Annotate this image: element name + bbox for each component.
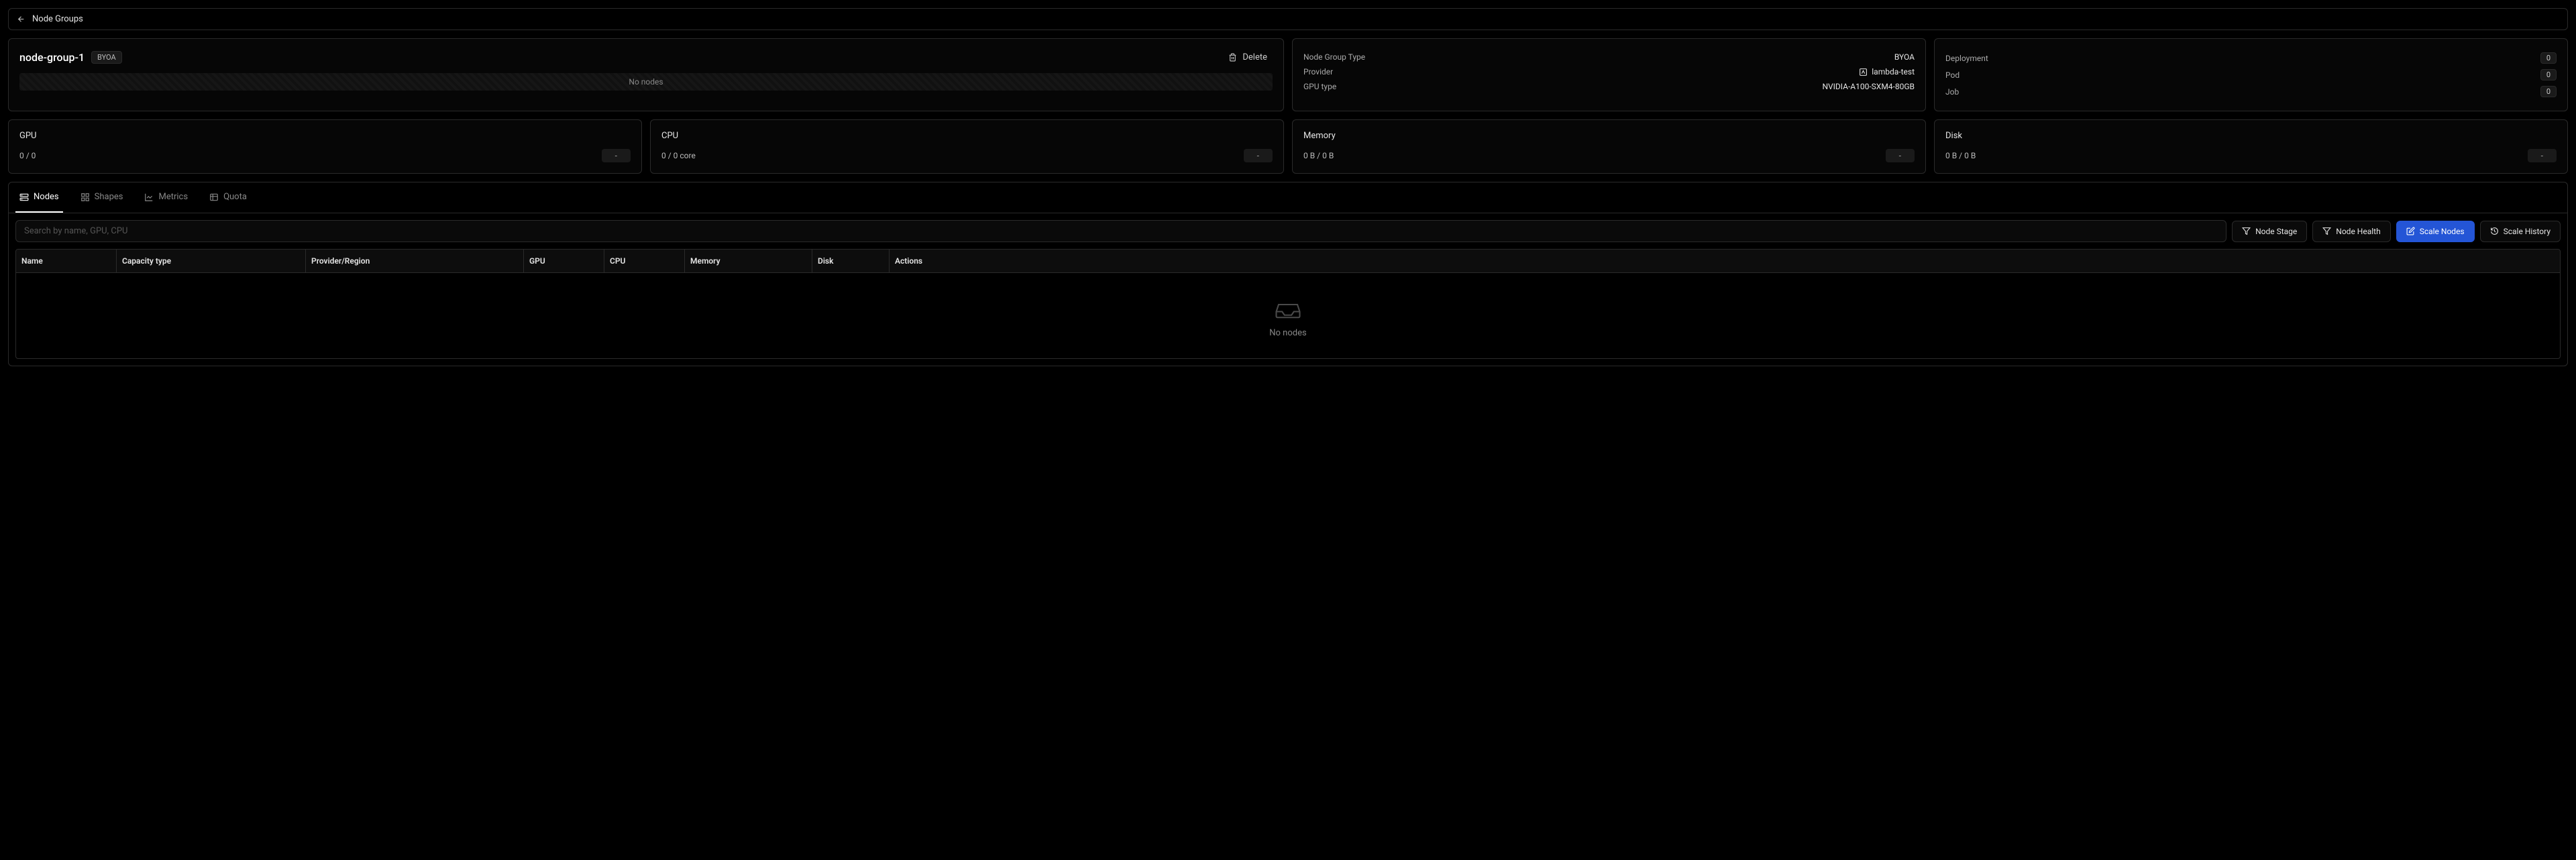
filter-icon — [2322, 227, 2331, 235]
node-health-button[interactable]: Node Health — [2312, 221, 2390, 242]
delete-button[interactable]: Delete — [1223, 50, 1273, 65]
main-panel: Nodes Shapes Metrics Quota Node Stage No… — [8, 182, 2568, 366]
th-capacity-type[interactable]: Capacity type — [117, 250, 306, 272]
edit-icon — [2406, 227, 2415, 235]
tab-metrics[interactable]: Metrics — [140, 182, 192, 213]
tabs: Nodes Shapes Metrics Quota — [9, 182, 2567, 213]
info-gpu-type: GPU type NVIDIA-A100-SXM4-80GB — [1303, 79, 1915, 94]
shapes-icon — [80, 193, 90, 202]
stat-gpu: GPU 0 / 0 - — [8, 119, 642, 174]
th-actions: Actions — [890, 250, 2560, 272]
no-nodes-strip: No nodes — [19, 73, 1273, 91]
info-card: Node Group Type BYOA Provider lambda-tes… — [1292, 38, 1926, 111]
th-cpu[interactable]: CPU — [604, 250, 685, 272]
scale-history-button[interactable]: Scale History — [2480, 221, 2561, 242]
stats-row: GPU 0 / 0 - CPU 0 / 0 core - Memory 0 B … — [8, 119, 2568, 174]
tab-quota[interactable]: Quota — [205, 182, 251, 213]
toolbar: Node Stage Node Health Scale Nodes Scale… — [9, 213, 2567, 249]
stat-disk: Disk 0 B / 0 B - — [1934, 119, 2568, 174]
header-row: node-group-1 BYOA Delete No nodes Node G… — [8, 38, 2568, 111]
byoa-badge: BYOA — [91, 51, 122, 64]
scale-nodes-button[interactable]: Scale Nodes — [2396, 221, 2475, 242]
metrics-icon — [144, 193, 154, 202]
breadcrumb-label[interactable]: Node Groups — [32, 14, 83, 24]
th-disk[interactable]: Disk — [812, 250, 890, 272]
delete-label: Delete — [1242, 52, 1267, 62]
search-input[interactable] — [15, 220, 2226, 242]
nodes-table: Name Capacity type Provider/Region GPU C… — [15, 249, 2561, 359]
empty-label: No nodes — [16, 328, 2560, 338]
node-group-title: node-group-1 — [19, 51, 85, 64]
th-name[interactable]: Name — [16, 250, 117, 272]
tab-nodes[interactable]: Nodes — [15, 182, 63, 213]
table-empty-state: No nodes — [16, 273, 2560, 358]
node-stage-button[interactable]: Node Stage — [2232, 221, 2307, 242]
provider-icon — [1859, 68, 1868, 76]
breadcrumb-bar: Node Groups — [8, 8, 2568, 30]
stat-cpu: CPU 0 / 0 core - — [650, 119, 1284, 174]
quota-icon — [209, 193, 219, 202]
stat-memory: Memory 0 B / 0 B - — [1292, 119, 1926, 174]
filter-icon — [2242, 227, 2251, 235]
count-pod: Pod 0 — [1945, 66, 2557, 83]
th-gpu[interactable]: GPU — [524, 250, 604, 272]
nodes-icon — [19, 193, 29, 202]
title-card: node-group-1 BYOA Delete No nodes — [8, 38, 1284, 111]
info-provider: Provider lambda-test — [1303, 64, 1915, 79]
inbox-icon — [1273, 300, 1303, 319]
th-provider-region[interactable]: Provider/Region — [306, 250, 524, 272]
count-job: Job 0 — [1945, 83, 2557, 100]
counts-card: Deployment 0 Pod 0 Job 0 — [1934, 38, 2568, 111]
history-icon — [2490, 227, 2499, 235]
trash-icon — [1228, 53, 1237, 62]
back-arrow-icon[interactable] — [17, 15, 25, 23]
th-memory[interactable]: Memory — [685, 250, 812, 272]
info-node-group-type: Node Group Type BYOA — [1303, 50, 1915, 64]
tab-shapes[interactable]: Shapes — [76, 182, 127, 213]
table-header: Name Capacity type Provider/Region GPU C… — [16, 250, 2560, 273]
count-deployment: Deployment 0 — [1945, 50, 2557, 66]
